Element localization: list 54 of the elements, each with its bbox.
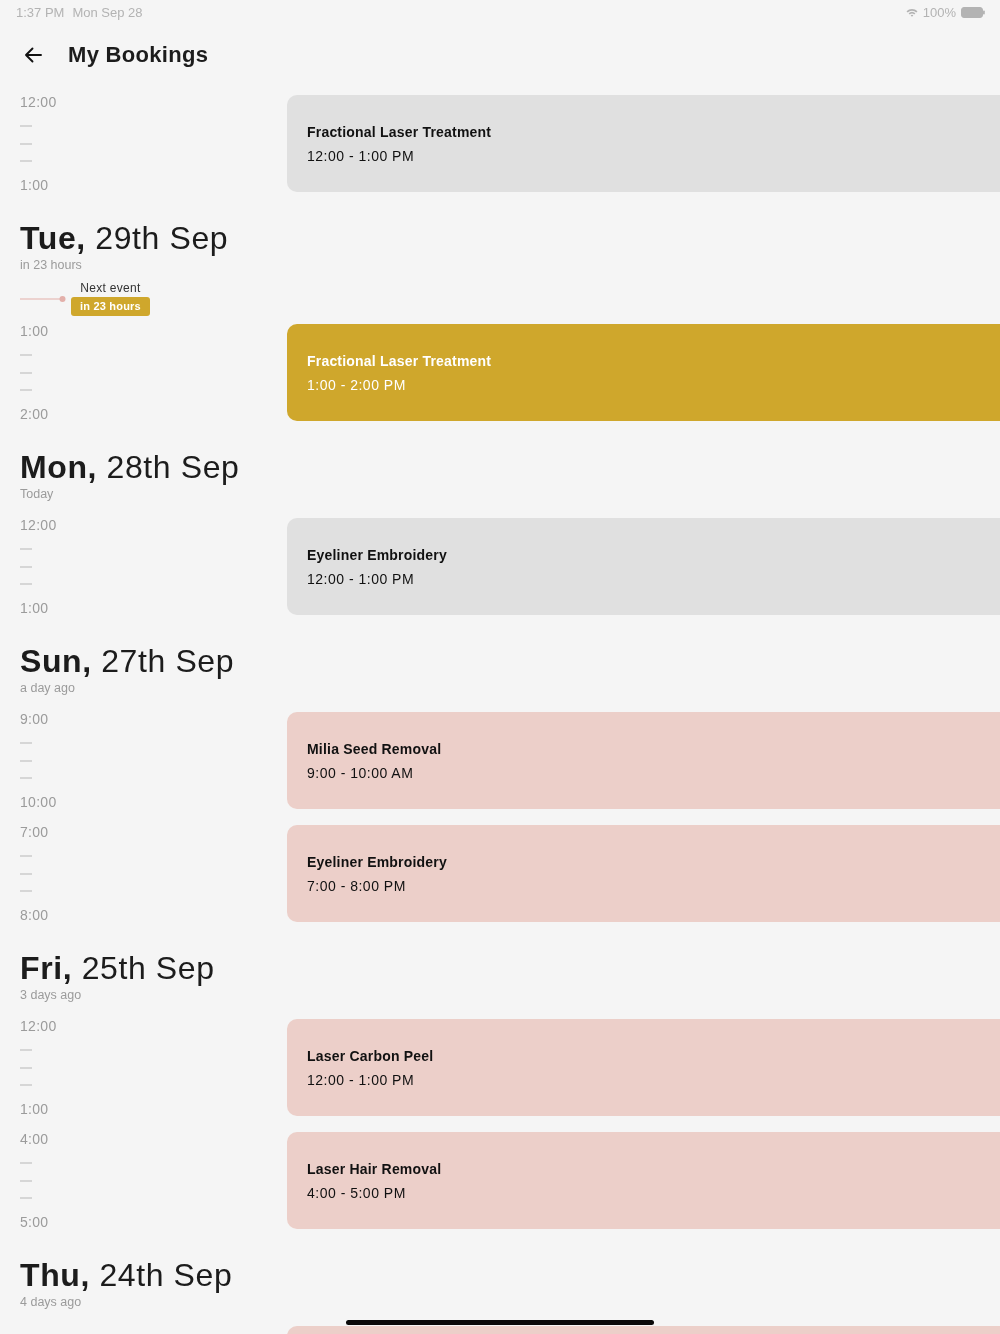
booking-time: 4:00 - 5:00 PM (307, 1183, 406, 1202)
day-relative-time: Today (20, 486, 54, 502)
end-time-label: 1:00 (20, 1102, 49, 1116)
day-heading: Sun, 27th Sep (20, 644, 235, 679)
start-time-label: 12:00 (20, 1019, 57, 1033)
end-time-label: 1:00 (20, 601, 49, 615)
booking-card[interactable]: Eyeliner Embroidery 12:00 - 1:00 PM (287, 518, 1000, 615)
end-time-label: 1:00 (20, 178, 49, 192)
booking-title: Laser Carbon Peel (307, 1046, 434, 1065)
booking-time: 1:00 - 2:00 PM (307, 375, 406, 394)
booking-time: 12:00 - 1:00 PM (307, 569, 415, 588)
booking-title: Eyeliner Embroidery (307, 852, 447, 871)
end-time-label: 2:00 (20, 407, 49, 421)
day-heading: Tue, 29th Sep (20, 221, 229, 256)
booking-title: Eyeliner Embroidery (307, 545, 447, 564)
start-time-label: 7:00 (20, 825, 49, 839)
start-time-label: 12:00 (20, 518, 57, 532)
booking-title: Fractional Laser Treatment (307, 351, 492, 370)
day-relative-time: 3 days ago (20, 987, 82, 1003)
booking-title: Fractional Laser Treatment (307, 122, 492, 141)
day-heading: Thu, 24th Sep (20, 1258, 233, 1293)
day-heading: Fri, 25th Sep (20, 951, 215, 986)
start-time-label: 12:00 (20, 95, 57, 109)
battery-icon (961, 6, 985, 18)
line-dot-icon (20, 296, 66, 302)
booking-card[interactable]: Laser Hair Removal 4:00 - 5:00 PM (287, 1132, 1000, 1229)
start-time-label: 1:00 (20, 324, 49, 338)
booking-card[interactable]: Laser Carbon Peel 12:00 - 1:00 PM (287, 1019, 1000, 1116)
status-date: Mon Sep 28 (72, 4, 143, 20)
wifi-icon (905, 7, 918, 17)
next-event-badge: in 23 hours (71, 297, 150, 316)
day-relative-time: a day ago (20, 680, 75, 696)
back-arrow-icon (24, 47, 42, 63)
booking-time: 12:00 - 1:00 PM (307, 146, 415, 165)
booking-time: 9:00 - 10:00 AM (307, 763, 414, 782)
battery-percent: 100% (922, 4, 956, 20)
booking-title: Laser Hair Removal (307, 1159, 442, 1178)
page-title: My Bookings (68, 42, 209, 68)
end-time-label: 8:00 (20, 908, 49, 922)
day-relative-time: 4 days ago (20, 1294, 82, 1310)
booking-title: Milia Seed Removal (307, 739, 442, 758)
booking-time: 12:00 - 1:00 PM (307, 1070, 415, 1089)
start-time-label: 9:00 (20, 712, 49, 726)
end-time-label: 10:00 (20, 795, 57, 809)
day-heading: Mon, 28th Sep (20, 450, 240, 485)
next-event-label: Next event (80, 281, 141, 295)
day-relative-time: in 23 hours (20, 257, 82, 273)
status-time: 1:37 PM (16, 4, 65, 20)
booking-card[interactable]: Milia Seed Removal 9:00 - 10:00 AM (287, 712, 1000, 809)
booking-card[interactable]: Fractional Laser Treatment 12:00 - 1:00 PM (287, 95, 1000, 192)
booking-time: 7:00 - 8:00 PM (307, 876, 406, 895)
end-time-label: 5:00 (20, 1215, 49, 1229)
start-time-label: 4:00 (20, 1132, 49, 1146)
booking-card[interactable]: Eyeliner Embroidery 7:00 - 8:00 PM (287, 825, 1000, 922)
